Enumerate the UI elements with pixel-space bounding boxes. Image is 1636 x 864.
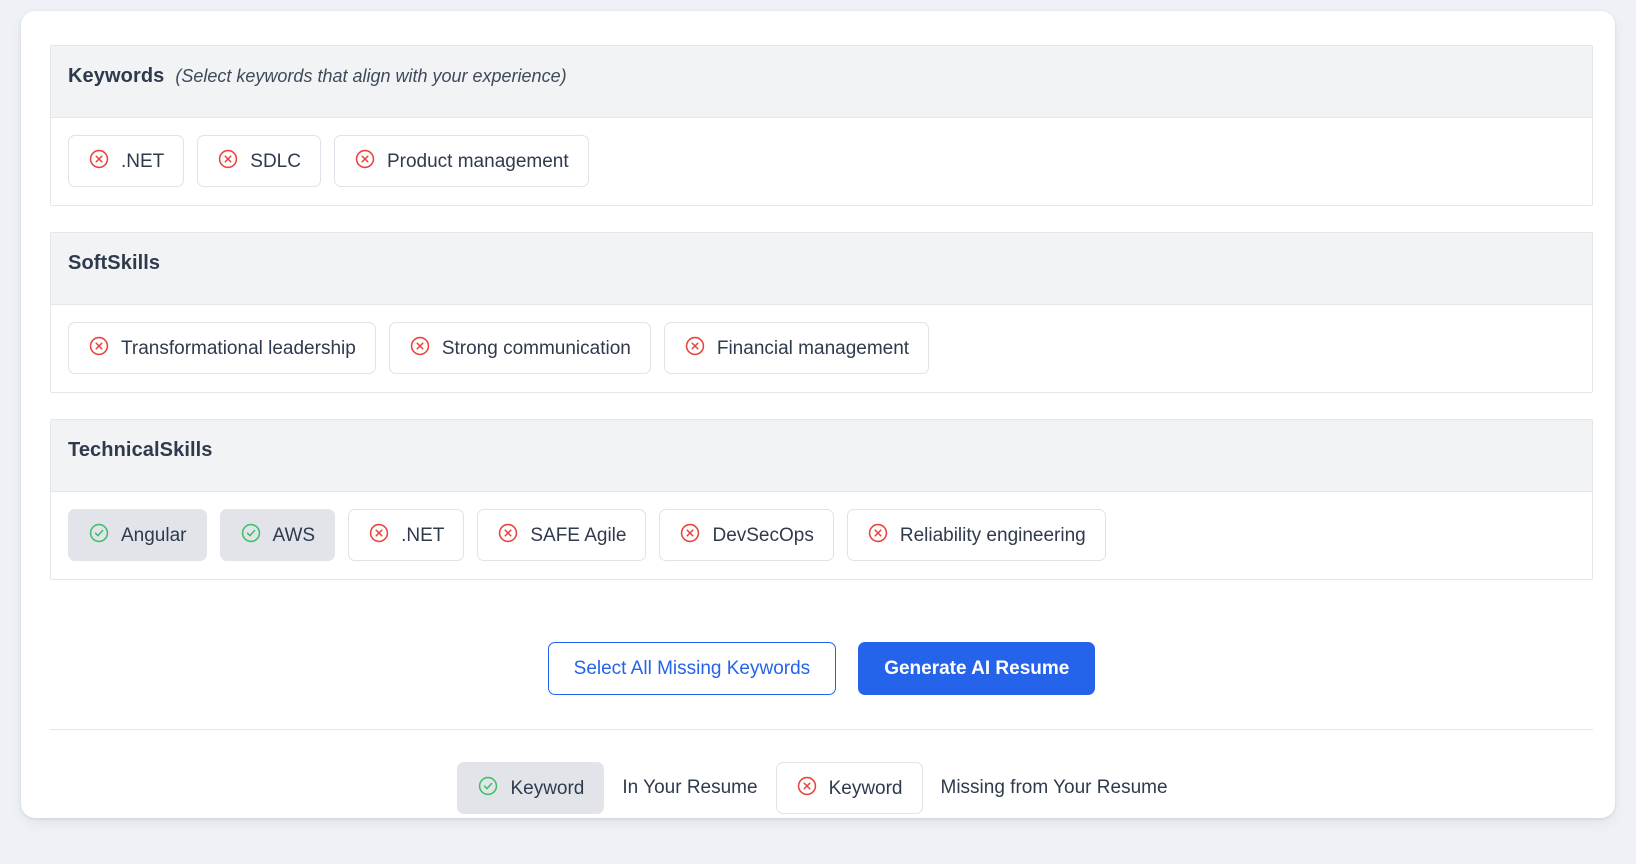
keyword-chip[interactable]: AWS bbox=[219, 509, 336, 561]
section-title: TechnicalSkills bbox=[68, 439, 213, 461]
circle-check-icon bbox=[477, 775, 499, 801]
section-chip-list: Transformational leadership Strong commun… bbox=[51, 305, 1592, 392]
keyword-analysis-card: Keywords (Select keywords that align with… bbox=[21, 11, 1615, 818]
section-chip-list: Angular AWS .NET SAFE Agile DevSecOps Reliabi… bbox=[51, 492, 1592, 579]
chip-label: DevSecOps bbox=[712, 524, 814, 546]
legend-description: In Your Resume bbox=[622, 777, 758, 798]
chip-label: .NET bbox=[401, 524, 445, 546]
circle-x-icon bbox=[796, 775, 818, 801]
section-header: SoftSkills bbox=[51, 233, 1592, 305]
app-root: Keywords (Select keywords that align with… bbox=[0, 0, 1636, 864]
card-content: Keywords (Select keywords that align with… bbox=[50, 45, 1593, 814]
circle-x-icon bbox=[679, 522, 701, 548]
keyword-sections: Keywords (Select keywords that align with… bbox=[50, 45, 1593, 580]
keyword-section-keywords: Keywords (Select keywords that align with… bbox=[50, 45, 1593, 206]
section-header: Keywords (Select keywords that align with… bbox=[51, 46, 1592, 118]
keyword-section-technicalskills: TechnicalSkills Angular AWS .NET SAFE Agile D… bbox=[50, 419, 1593, 580]
keyword-chip[interactable]: Reliability engineering bbox=[846, 509, 1106, 561]
chip-label: Reliability engineering bbox=[899, 524, 1086, 546]
circle-check-icon bbox=[88, 522, 110, 548]
circle-x-icon bbox=[217, 148, 239, 174]
chip-label: Strong communication bbox=[441, 337, 631, 359]
keyword-chip[interactable]: Strong communication bbox=[388, 322, 651, 374]
action-buttons-row: Select All Missing Keywords Generate AI … bbox=[50, 606, 1593, 729]
legend-chip[interactable]: Keyword bbox=[775, 762, 923, 814]
circle-x-icon bbox=[867, 522, 889, 548]
legend-item: Keyword In Your Resume bbox=[457, 762, 775, 814]
keyword-chip[interactable]: Product management bbox=[333, 135, 589, 187]
chip-label: Angular bbox=[121, 524, 187, 546]
chip-label: Keyword bbox=[510, 777, 585, 799]
keyword-chip[interactable]: Financial management bbox=[663, 322, 930, 374]
circle-x-icon bbox=[368, 522, 390, 548]
circle-x-icon bbox=[88, 335, 110, 361]
chip-label: .NET bbox=[121, 150, 165, 172]
circle-x-icon bbox=[88, 148, 110, 174]
chip-label: AWS bbox=[272, 524, 316, 546]
circle-x-icon bbox=[684, 335, 706, 361]
chip-label: SDLC bbox=[250, 150, 301, 172]
circle-x-icon bbox=[409, 335, 431, 361]
keyword-chip[interactable]: .NET bbox=[348, 509, 465, 561]
legend-row: Keyword In Your Resume Keyword Missing from… bbox=[50, 730, 1593, 814]
circle-x-icon bbox=[497, 522, 519, 548]
chip-label: Keyword bbox=[828, 777, 903, 799]
section-note: (Select keywords that align with your ex… bbox=[175, 66, 567, 86]
keyword-chip[interactable]: Transformational leadership bbox=[68, 322, 376, 374]
section-title: SoftSkills bbox=[68, 252, 161, 274]
circle-check-icon bbox=[240, 522, 262, 548]
generate-ai-resume-button[interactable]: Generate AI Resume bbox=[858, 642, 1096, 695]
keyword-chip[interactable]: SDLC bbox=[197, 135, 321, 187]
keyword-chip[interactable]: Angular bbox=[68, 509, 207, 561]
chip-label: SAFE Agile bbox=[530, 524, 627, 546]
keyword-section-softskills: SoftSkills Transformational leadership Str… bbox=[50, 232, 1593, 393]
chip-label: Financial management bbox=[716, 337, 910, 359]
select-all-missing-keywords-button[interactable]: Select All Missing Keywords bbox=[547, 642, 837, 695]
section-title: Keywords bbox=[68, 65, 165, 87]
chip-label: Transformational leadership bbox=[121, 337, 356, 359]
keyword-chip[interactable]: SAFE Agile bbox=[477, 509, 647, 561]
keyword-chip[interactable]: .NET bbox=[68, 135, 185, 187]
chip-label: Product management bbox=[386, 150, 569, 172]
section-header: TechnicalSkills bbox=[51, 420, 1592, 492]
legend-item: Keyword Missing from Your Resume bbox=[775, 762, 1186, 814]
keyword-chip[interactable]: DevSecOps bbox=[659, 509, 834, 561]
legend-chip[interactable]: Keyword bbox=[457, 762, 605, 814]
legend-description: Missing from Your Resume bbox=[940, 777, 1168, 798]
section-chip-list: .NET SDLC Product management bbox=[51, 118, 1592, 205]
circle-x-icon bbox=[354, 148, 376, 174]
